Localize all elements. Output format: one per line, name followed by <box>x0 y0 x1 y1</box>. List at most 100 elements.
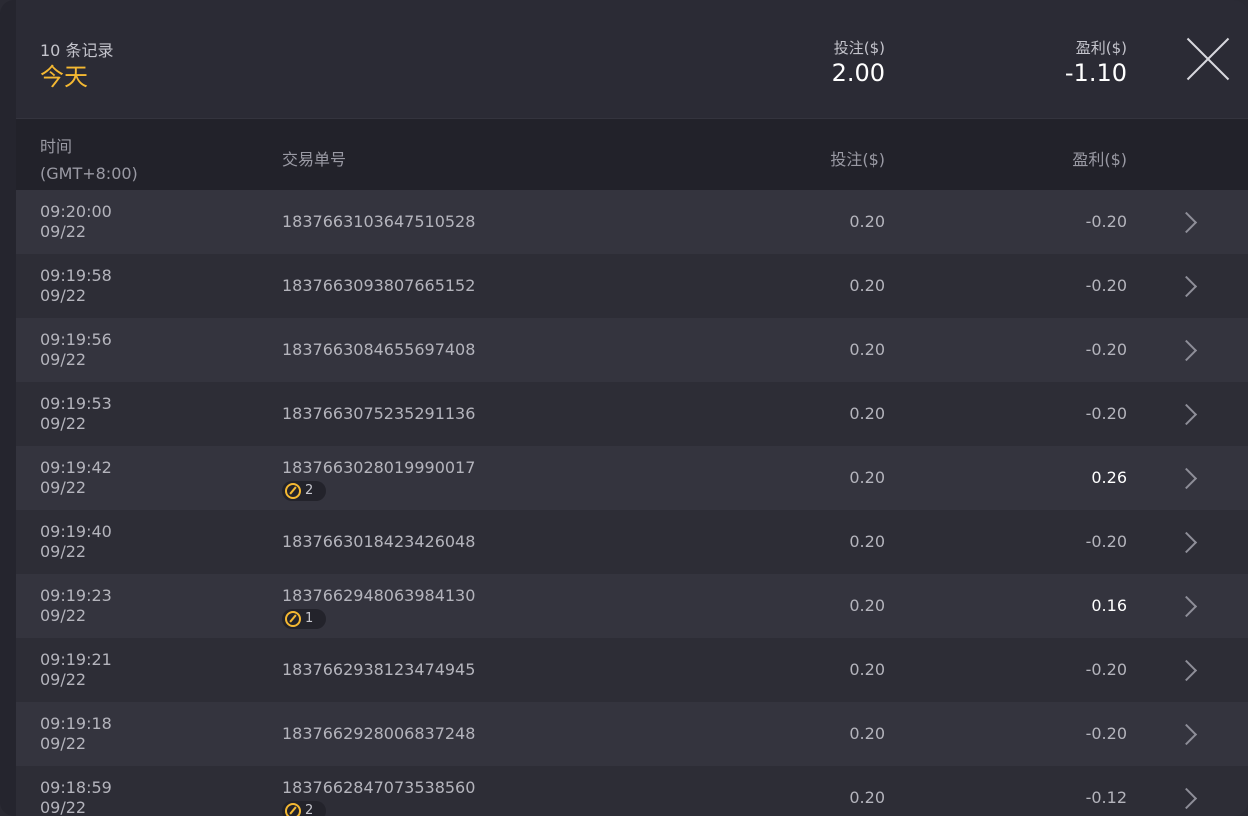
row-time: 09:19:58 09/22 <box>40 266 112 306</box>
row-time-value: 09:20:00 <box>40 202 112 221</box>
table-row[interactable]: 09:20:00 09/22 1837663103647510528 0.20 -0.2… <box>16 190 1248 254</box>
bet-total-label: 投注($) <box>833 39 885 57</box>
chevron-right-icon[interactable] <box>1175 211 1198 234</box>
records-list: 09:20:00 09/22 1837663103647510528 0.20 -0.2… <box>16 190 1248 816</box>
row-profit: -0.20 <box>1085 404 1127 423</box>
row-time: 09:19:53 09/22 <box>40 394 112 434</box>
column-timezone-label: (GMT+8:00) <box>40 164 138 183</box>
row-order-id: 1837662938123474945 <box>282 660 476 679</box>
chevron-right-icon[interactable] <box>1175 339 1198 362</box>
row-profit: 0.26 <box>1091 468 1127 487</box>
table-row[interactable]: 09:19:56 09/22 1837663084655697408 0.20 -0.2… <box>16 318 1248 382</box>
chevron-right-icon[interactable] <box>1175 723 1198 746</box>
row-time-value: 09:18:59 <box>40 778 112 797</box>
row-time: 09:20:00 09/22 <box>40 202 112 242</box>
table-header: 时间 (GMT+8:00) 交易单号 投注($) 盈利($) <box>16 119 1248 190</box>
chevron-right-icon[interactable] <box>1175 531 1198 554</box>
row-time: 09:19:56 09/22 <box>40 330 112 370</box>
row-profit: -0.20 <box>1085 276 1127 295</box>
row-date-value: 09/22 <box>40 670 87 689</box>
free-spin-badge: 1 <box>282 609 326 629</box>
column-order-id: 交易单号 <box>282 150 347 169</box>
row-bet: 0.20 <box>849 468 885 487</box>
row-time: 09:19:40 09/22 <box>40 522 112 562</box>
table-row[interactable]: 09:19:42 09/22 1837663028019990017 2 0.20 0.2… <box>16 446 1248 510</box>
row-bet: 0.20 <box>849 404 885 423</box>
row-profit: -0.20 <box>1085 660 1127 679</box>
row-time: 09:18:59 09/22 <box>40 778 112 816</box>
table-row[interactable]: 09:19:18 09/22 1837662928006837248 0.20 -0.2… <box>16 702 1248 766</box>
row-order-id: 1837663018423426048 <box>282 532 476 551</box>
row-bet: 0.20 <box>849 532 885 551</box>
date-filter-label[interactable]: 今天 <box>40 57 88 92</box>
row-time-value: 09:19:40 <box>40 522 112 541</box>
column-time: 时间 (GMT+8:00) <box>40 133 138 187</box>
row-time-value: 09:19:23 <box>40 586 112 605</box>
badge-count: 2 <box>305 803 314 816</box>
row-profit: -0.12 <box>1085 788 1127 807</box>
profit-total-block: 盈利($) -1.10 <box>1065 37 1127 87</box>
row-date-value: 09/22 <box>40 798 87 816</box>
table-row[interactable]: 09:18:59 09/22 1837662847073538560 2 0.20 -0.… <box>16 766 1248 816</box>
chevron-right-icon[interactable] <box>1175 403 1198 426</box>
row-order-id: 1837663028019990017 <box>282 458 476 477</box>
bet-total-block: 投注($) 2.00 <box>832 37 885 87</box>
column-bet: 投注($) <box>830 150 885 169</box>
free-spin-badge: 2 <box>282 801 326 816</box>
free-spin-badge: 2 <box>282 481 326 501</box>
table-row[interactable]: 09:19:21 09/22 1837662938123474945 0.20 -0.2… <box>16 638 1248 702</box>
table-row[interactable]: 09:19:58 09/22 1837663093807665152 0.20 -0.2… <box>16 254 1248 318</box>
badge-count: 1 <box>305 611 314 626</box>
row-order-id: 1837663093807665152 <box>282 276 476 295</box>
row-profit: 0.16 <box>1091 596 1127 615</box>
row-bet: 0.20 <box>849 212 885 231</box>
history-panel: 10 条记录 今天 投注($) 2.00 盈利($) -1.10 时间 (GMT… <box>0 0 1248 816</box>
row-date-value: 09/22 <box>40 222 87 241</box>
row-profit: -0.20 <box>1085 532 1127 551</box>
row-time-value: 09:19:53 <box>40 394 112 413</box>
spin-icon <box>285 611 301 627</box>
row-profit: -0.20 <box>1085 212 1127 231</box>
row-order-id: 1837663103647510528 <box>282 212 476 231</box>
left-edge <box>0 0 16 816</box>
summary-header: 10 条记录 今天 投注($) 2.00 盈利($) -1.10 <box>16 0 1248 119</box>
row-order-id: 1837663075235291136 <box>282 404 476 423</box>
row-order-id: 1837662847073538560 <box>282 778 476 797</box>
row-date-value: 09/22 <box>40 734 87 753</box>
column-profit: 盈利($) <box>1072 150 1127 169</box>
row-date-value: 09/22 <box>40 542 87 561</box>
row-bet: 0.20 <box>849 596 885 615</box>
chevron-right-icon[interactable] <box>1175 467 1198 490</box>
close-icon[interactable] <box>1186 37 1230 81</box>
bet-total-value: 2.00 <box>831 59 885 87</box>
row-date-value: 09/22 <box>40 286 87 305</box>
badge-count: 2 <box>305 483 314 498</box>
row-time: 09:19:23 09/22 <box>40 586 112 626</box>
table-row[interactable]: 09:19:23 09/22 1837662948063984130 1 0.20 0.1… <box>16 574 1248 638</box>
row-profit: -0.20 <box>1085 340 1127 359</box>
row-order-id: 1837662928006837248 <box>282 724 476 743</box>
row-date-value: 09/22 <box>40 350 87 369</box>
chevron-right-icon[interactable] <box>1175 787 1198 810</box>
spin-icon <box>285 483 301 499</box>
chevron-right-icon[interactable] <box>1175 659 1198 682</box>
table-row[interactable]: 09:19:40 09/22 1837663018423426048 0.20 -0.2… <box>16 510 1248 574</box>
row-profit: -0.20 <box>1085 724 1127 743</box>
profit-total-value: -1.10 <box>1064 59 1127 87</box>
row-date-value: 09/22 <box>40 606 87 625</box>
column-time-label: 时间 <box>40 137 73 156</box>
row-time-value: 09:19:56 <box>40 330 112 349</box>
row-time-value: 09:19:18 <box>40 714 112 733</box>
row-time-value: 09:19:42 <box>40 458 112 477</box>
chevron-right-icon[interactable] <box>1175 595 1198 618</box>
row-time-value: 09:19:58 <box>40 266 112 285</box>
row-bet: 0.20 <box>849 340 885 359</box>
row-date-value: 09/22 <box>40 478 87 497</box>
chevron-right-icon[interactable] <box>1175 275 1198 298</box>
table-row[interactable]: 09:19:53 09/22 1837663075235291136 0.20 -0.2… <box>16 382 1248 446</box>
row-order-id: 1837662948063984130 <box>282 586 476 605</box>
row-time: 09:19:18 09/22 <box>40 714 112 754</box>
row-bet: 0.20 <box>849 788 885 807</box>
row-time-value: 09:19:21 <box>40 650 112 669</box>
profit-total-label: 盈利($) <box>1075 39 1127 57</box>
